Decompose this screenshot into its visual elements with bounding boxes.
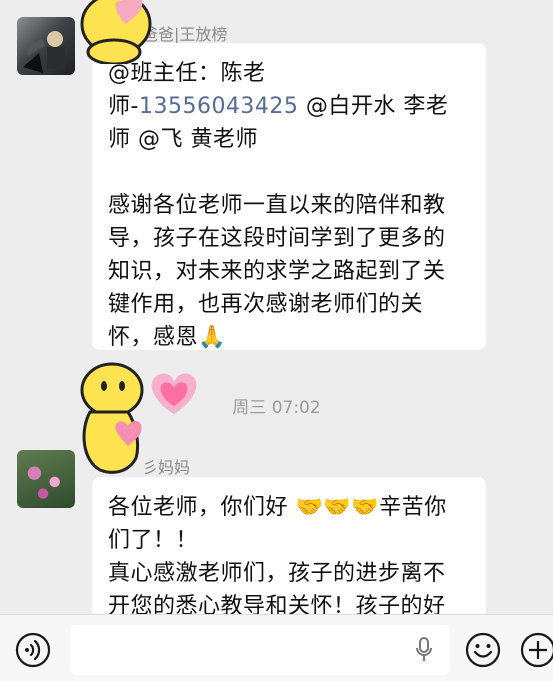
message-text: 师 @飞 黄老师 [108, 127, 258, 152]
message-text: @白开水 李老 [298, 94, 449, 119]
message-text: 辛苦你 [379, 495, 447, 520]
message-text: 开您的悉心教导和关怀！孩子的好 [108, 594, 446, 614]
chat-area[interactable]: 爸爸|王放榜 @班主任：陈老 师-13556043425 @白开水 李老 师 @… [0, 0, 553, 614]
input-bar [0, 614, 553, 681]
avatar[interactable] [17, 17, 75, 75]
message-text: @班主任：陈老 [108, 61, 266, 86]
message-input[interactable] [70, 625, 450, 675]
message-bubble[interactable]: @班主任：陈老 师-13556043425 @白开水 李老 师 @飞 黄老师 感… [92, 43, 486, 350]
message-text: 键作用，也再次感谢老师们的关 [108, 292, 424, 317]
message-text: 们了！！ [108, 528, 199, 553]
phone-link[interactable]: 13556043425 [139, 94, 298, 119]
message-text: 知识，对未来的求学之路起到了关 [108, 259, 446, 284]
message-text: 各位老师，你们好 [108, 495, 296, 520]
message-text: 真心感激老师们，孩子的进步离不 [108, 561, 446, 586]
message-text: 怀，感恩🙏 [108, 325, 226, 350]
voice-icon[interactable] [15, 632, 51, 668]
sender-name: 彡妈妈 [142, 458, 191, 477]
avatar[interactable] [17, 450, 75, 508]
message-text: 感谢各位老师一直以来的陪伴和教 [108, 193, 446, 218]
handshake-emoji: 🤝🤝🤝 [295, 495, 380, 520]
plus-icon[interactable] [520, 632, 553, 668]
message-bubble[interactable]: 各位老师，你们好 🤝🤝🤝辛苦你 们了！！ 真心感激老师们，孩子的进步离不 开您的… [92, 477, 486, 614]
microphone-icon[interactable] [414, 637, 434, 663]
message-text: 师- [108, 94, 139, 119]
emoji-icon[interactable] [465, 632, 501, 668]
heart-sticker-icon [76, 0, 166, 64]
message-text: 导，孩子在这段时间学到了更多的 [108, 226, 446, 251]
